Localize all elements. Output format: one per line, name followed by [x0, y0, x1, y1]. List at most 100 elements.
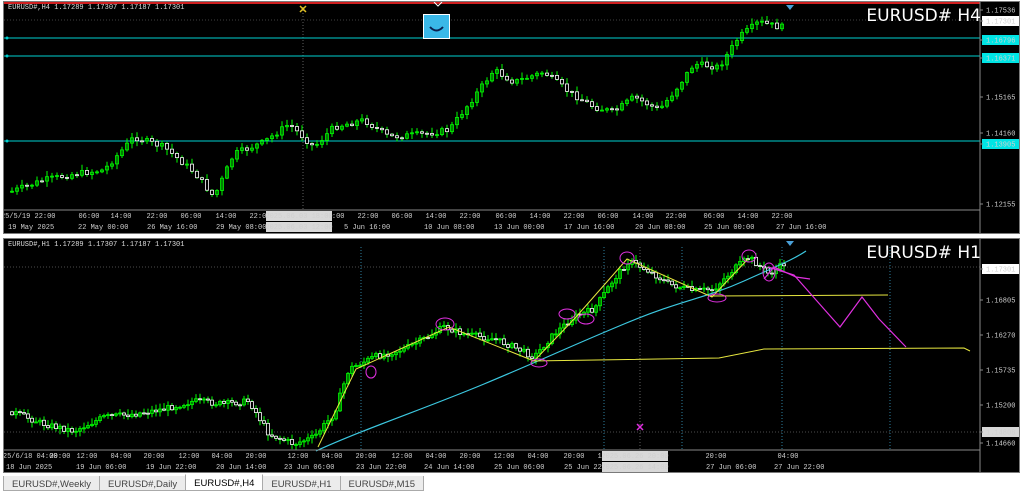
h4-candle-bear [775, 22, 779, 30]
h4-candle-bear [375, 127, 379, 129]
date-label: 10 Jun 08:00 [424, 224, 474, 232]
h4-candle-bear [210, 189, 214, 195]
time-label: 22:00 [563, 213, 584, 221]
h1-price-chart[interactable]: 1.17301 1.16805 1.16270 1.15735 1.15200 1.148… [4, 239, 1020, 473]
h4-candle-bear [710, 66, 714, 70]
h1-candle-bear [126, 414, 130, 418]
h4-candle-bear [505, 75, 509, 81]
time-label: 06:00 [78, 213, 99, 221]
h4-price-chart[interactable]: 1.17536 1.17301 1.16796 1.16371 1.15165 1.141… [4, 2, 1020, 234]
h1-candle-bear [666, 279, 670, 282]
h4-candle-bear [395, 135, 399, 139]
h1-candle-bear [258, 412, 262, 422]
chart-tab-eurusd-daily[interactable]: EURUSD#,Daily [99, 476, 187, 491]
h4-candle-bear [290, 125, 294, 127]
price-label: 1.15165 [986, 95, 1015, 103]
h4-candle-bear [40, 180, 44, 183]
highlight-circle [619, 251, 635, 265]
crosshair-date-label: 2025.06.26 14:00 [601, 464, 668, 472]
h4-candle-bear [545, 72, 549, 76]
h1-candle-bear [246, 398, 250, 402]
time-label: 06:00 [391, 213, 412, 221]
h4-candle-bear [635, 95, 639, 99]
time-label: 14:00 [529, 213, 550, 221]
h4-candle-bear [615, 108, 619, 111]
h1-candle-bear [198, 398, 202, 401]
h1-candle-bear [622, 269, 626, 271]
date-label: 25 Jun 06:00 [494, 464, 544, 472]
h4-candle-bear [310, 143, 314, 146]
h4-candle-bear [385, 129, 389, 135]
level-anchor-dot [5, 36, 9, 40]
price-label: 1.14660 [986, 441, 1015, 449]
h4-candle-bear [570, 91, 574, 93]
time-label: 20:00 [143, 453, 164, 461]
highlight-circle [707, 293, 727, 303]
h1-candle-bear [478, 332, 482, 337]
chart-tab-eurusd-m15[interactable]: EURUSD#,M15 [339, 476, 425, 491]
h4-candle-bear [65, 177, 69, 179]
date-label: 26 May 16:00 [147, 224, 197, 232]
chart-tab-eurusd-h1[interactable]: EURUSD#,H1 [262, 476, 341, 491]
h1-candle-bear [42, 419, 46, 426]
h4-candle-bear [335, 125, 339, 130]
h1-candle-bear [254, 408, 258, 414]
time-label: 04:00 [211, 453, 232, 461]
support-line-upper [708, 294, 889, 297]
h4-candle-bear [370, 124, 374, 128]
h4-candle-bear [575, 91, 579, 101]
h4-candle-bear [135, 137, 139, 142]
h1-chart-window[interactable]: 1.17301 1.16805 1.16270 1.15735 1.15200 1.148… [3, 238, 1020, 473]
time-label: 04:00 [527, 453, 548, 461]
time-label: 06:00 [703, 213, 724, 221]
chart-tab-eurusd-weekly[interactable]: EURUSD#,Weekly [3, 476, 101, 491]
time-label: 12:00 [493, 453, 514, 461]
highlight-circle [577, 313, 595, 325]
highlight-circle [365, 365, 377, 379]
date-label: 24 Jun 14:00 [424, 464, 474, 472]
h1-info-line: EURUSD#,H1 1.17289 1.17307 1.17187 1.173… [8, 241, 185, 249]
time-label: 22:00 [357, 213, 378, 221]
date-label: 19 May 2025 [8, 224, 54, 232]
h4-candle-bear [400, 137, 404, 140]
date-label: 19 Jun 22:00 [146, 464, 196, 472]
h1-candle-bear [206, 398, 210, 401]
h1-candle-bear [782, 263, 786, 267]
h1-candle-bear [450, 329, 454, 333]
date-label: 17 Jun 16:00 [564, 224, 614, 232]
h4-candle-bear [165, 142, 169, 150]
shift-marker-icon [786, 241, 794, 246]
h1-candle-bear [698, 288, 702, 290]
h4-candle-bear [510, 79, 514, 84]
date-label: 27 Jun 22:00 [774, 464, 824, 472]
chart-tab-bar: EURUSD#,Weekly EURUSD#,Daily EURUSD#,H4 EUR… [3, 474, 425, 494]
h1-candle-bear [18, 411, 22, 414]
h4-candle-bear [445, 128, 449, 133]
h1-candle-bear [654, 271, 658, 279]
time-label: 2025/5/19 22:00 [4, 213, 56, 221]
price-label: 1.17301 [986, 267, 1015, 275]
h1-candle-bear [70, 428, 74, 433]
time-label: 04:00 [321, 453, 342, 461]
h4-candle-bear [590, 101, 594, 107]
h1-candle-bear [54, 423, 58, 429]
h1-candle-bear [266, 422, 270, 436]
h4-candle-bear [175, 153, 179, 159]
h1-candle-bear [10, 411, 14, 416]
price-label: 1.14808 [986, 430, 1015, 438]
date-label: 19 Jun 06:00 [76, 464, 126, 472]
h4-chart-window[interactable]: 1.17536 1.17301 1.16796 1.16371 1.15165 1.141… [3, 1, 1020, 234]
h1-candle-bear [262, 420, 266, 424]
time-label: 14:00 [737, 213, 758, 221]
smiley-icon[interactable] [423, 14, 450, 39]
shift-marker-icon [786, 5, 794, 10]
h4-candle-bear [565, 83, 569, 92]
h4-candle-bear [555, 75, 559, 80]
h1-candle-bear [494, 338, 498, 341]
price-label: 1.13905 [986, 142, 1015, 150]
date-label: 20 Jun 14:00 [216, 464, 266, 472]
date-label: 20 Jun 08:00 [635, 224, 685, 232]
chart-tab-eurusd-h4[interactable]: EURUSD#,H4 [185, 474, 264, 491]
date-label: 23 Jun 06:00 [284, 464, 334, 472]
time-label: 22:00 [771, 213, 792, 221]
